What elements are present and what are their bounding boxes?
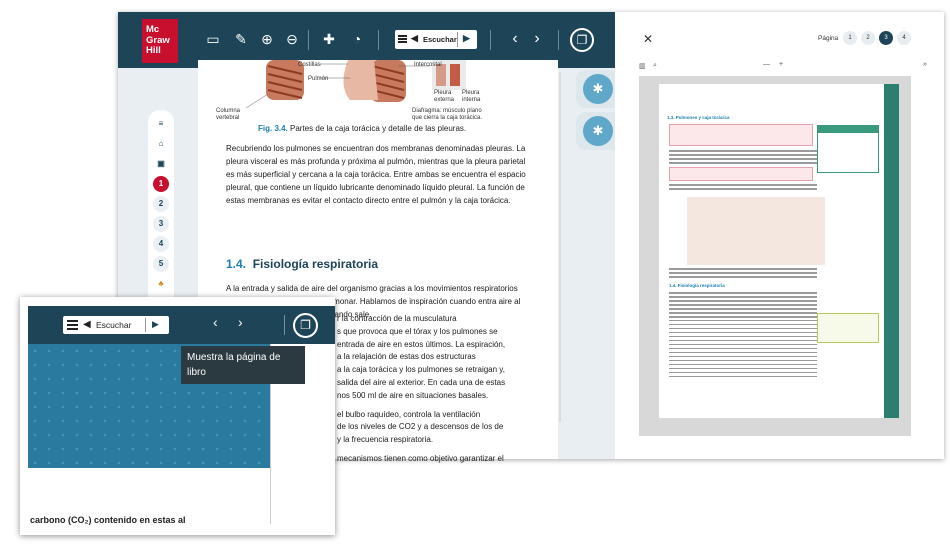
listen-label[interactable]: Escuchar <box>423 35 457 44</box>
zoom-callout: ◀ Escuchar ▶ ‹ › ❐ Muestra la página de … <box>20 297 335 535</box>
speaker-icon: ◀ <box>83 319 91 330</box>
page-4-button[interactable]: 4 <box>897 31 911 45</box>
figure-label: Pleura externa <box>434 90 455 103</box>
text-lines <box>669 268 817 280</box>
sidebar-toggle-icon[interactable]: ▥ <box>639 62 646 70</box>
page-thumbnail: 1.3. Pulmones y caja torácica 1.4. Fisio… <box>659 84 899 418</box>
mini-figure <box>687 197 825 265</box>
people-icon[interactable]: ♣ <box>153 276 169 292</box>
tooltip: Muestra la página de libro <box>181 346 305 384</box>
viewer-toolbar: ▥ ⌕ — + » <box>639 61 937 76</box>
page-scrollbar[interactable] <box>559 72 561 422</box>
figure-label: Costillas <box>298 62 321 68</box>
audio-player[interactable]: ◀ Escuchar ▶ <box>63 316 169 334</box>
zoom-toolbar: ◀ Escuchar ▶ ‹ › ❐ <box>28 306 335 344</box>
figure-label: Pulmón <box>308 76 329 82</box>
mini-section-heading: 1.4. Fisiología respiratoria <box>669 283 725 288</box>
sidebar-item-1[interactable]: 1 <box>153 176 169 192</box>
highlight-box <box>669 167 813 181</box>
diaphragm-note: Diafragma: músculo plano que cierra la c… <box>412 108 483 121</box>
more-icon[interactable]: » <box>923 61 927 68</box>
pdf-viewer[interactable]: 1.3. Pulmones y caja torácica 1.4. Fisio… <box>639 76 911 436</box>
paragraph-pleuras: Recubriendo los pulmones se encuentran d… <box>226 144 526 205</box>
zoom-out-icon[interactable]: — <box>763 61 770 68</box>
open-book-button[interactable]: ❐ <box>570 28 594 52</box>
mcgraw-hill-logo: Mc Graw Hill <box>142 19 178 63</box>
next-page-icon[interactable]: › <box>526 28 548 50</box>
audio-player[interactable]: ◀ Escuchar ▶ <box>395 30 477 49</box>
toolbar-divider <box>284 315 285 335</box>
zoom-in-icon[interactable]: + <box>779 61 783 68</box>
lightbulb-icon[interactable]: ✱ <box>583 74 613 104</box>
zoom-in-icon[interactable]: ⊕ <box>256 28 278 50</box>
figure-label: Columna vertebral <box>216 108 241 121</box>
zoomed-paragraph: r la contracción de la musculatura s que… <box>337 314 506 463</box>
mini-section-title: 1.3. Pulmones y caja torácica <box>667 115 730 120</box>
home-icon[interactable]: ⌂ <box>153 136 169 152</box>
sidebar-item-5[interactable]: 5 <box>153 256 169 272</box>
page-3-button[interactable]: 3 <box>879 31 893 45</box>
toolbar-divider <box>378 30 379 50</box>
page-side-band <box>884 84 899 418</box>
page-1-button[interactable]: 1 <box>843 31 857 45</box>
prev-page-icon[interactable]: ‹ <box>213 314 218 330</box>
side-note <box>817 313 879 343</box>
section-heading: 1.4. Fisiología respiratoria <box>226 257 379 271</box>
page-viewer-pane: ✕ Página 1 2 3 4 ▥ ⌕ — + » 1.3. Pulmones… <box>615 12 944 459</box>
next-page-icon[interactable]: › <box>238 314 243 330</box>
play-icon[interactable]: ▶ <box>463 33 470 44</box>
search-icon[interactable]: ⌕ <box>653 62 657 70</box>
sidebar-item-2[interactable]: 2 <box>153 196 169 212</box>
menu-icon[interactable]: ≡ <box>153 116 169 132</box>
toolbar-divider <box>490 30 491 50</box>
figure-label: Intercostal <box>414 62 442 68</box>
comment-icon[interactable]: ▭ <box>202 28 224 50</box>
menu-icon[interactable] <box>398 35 407 43</box>
side-note <box>817 125 879 173</box>
book-icon: ❐ <box>576 33 588 47</box>
page-label: Página <box>818 35 839 42</box>
menu-icon[interactable] <box>67 320 78 330</box>
figure-caption: Fig. 3.4. Partes de la caja torácica y d… <box>258 124 467 133</box>
prev-page-icon[interactable]: ‹ <box>504 28 526 50</box>
listen-label[interactable]: Escuchar <box>96 320 131 330</box>
book-icon: ❐ <box>300 318 311 332</box>
speaker-icon: ◀ <box>411 33 418 43</box>
toolbar-divider <box>558 30 559 50</box>
close-icon[interactable]: ✕ <box>643 32 653 46</box>
lightbulb-icon[interactable]: ✱ <box>583 116 613 146</box>
ribcage-figure: Costillas Pulmón Columna vertebral Inter… <box>198 60 558 124</box>
text-lines <box>669 150 817 166</box>
zoom-out-icon[interactable]: ⊖ <box>281 28 303 50</box>
puzzle-icon[interactable]: ✚ <box>318 28 340 50</box>
text-lines <box>669 184 817 192</box>
figure-label: Pleura interna <box>462 90 481 103</box>
sidebar-item-3[interactable]: 3 <box>153 216 169 232</box>
toolbar-divider <box>308 30 309 50</box>
sidebar-item-4[interactable]: 4 <box>153 236 169 252</box>
text-lines <box>669 292 817 380</box>
page-2-button[interactable]: 2 <box>861 31 875 45</box>
composite-screenshot: Mc Graw Hill ▭ ✎ ⊕ ⊖ ✚ ◔ ◀ Escuchar ▶ ‹ … <box>0 0 950 550</box>
highlight-box <box>669 124 813 146</box>
pen-icon[interactable]: ✎ <box>230 28 252 50</box>
play-icon[interactable]: ▶ <box>152 319 159 330</box>
bookmark-icon[interactable]: ▣ <box>153 156 169 172</box>
chart-icon[interactable]: ◔ <box>346 28 368 50</box>
open-book-button[interactable]: ❐ <box>293 313 318 338</box>
cropped-text: carbono (CO₂) contenido en estas al <box>30 515 186 525</box>
